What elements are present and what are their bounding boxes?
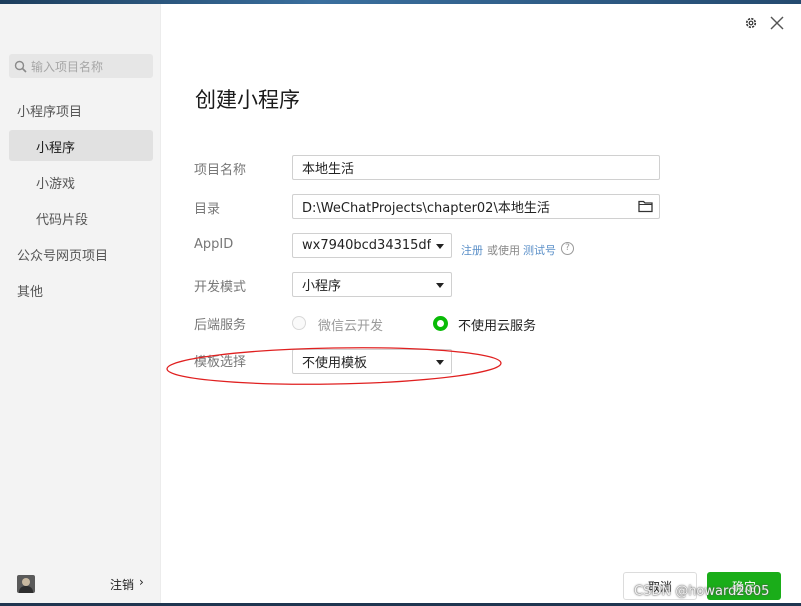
- help-icon[interactable]: ?: [561, 242, 574, 255]
- dev-mode-label: 开发模式: [194, 280, 247, 295]
- close-icon[interactable]: [769, 15, 785, 31]
- cloud-dev-label: 微信云开发: [318, 319, 384, 334]
- sidebar-section-official-account-web[interactable]: 公众号网页项目: [17, 245, 108, 264]
- cancel-button[interactable]: 取消: [623, 572, 697, 600]
- template-label: 模板选择: [194, 355, 247, 370]
- directory-field[interactable]: D:\WeChatProjects\chapter02\本地生活: [292, 194, 660, 219]
- no-cloud-radio[interactable]: [433, 316, 448, 331]
- chevron-down-icon: [436, 360, 444, 365]
- chevron-down-icon: [436, 283, 444, 288]
- sidebar-active-highlight: [9, 130, 153, 161]
- appid-label: AppID: [194, 237, 234, 252]
- directory-label: 目录: [194, 202, 221, 217]
- cloud-dev-radio: [292, 316, 306, 330]
- avatar[interactable]: [17, 575, 35, 593]
- backend-label: 后端服务: [194, 318, 247, 333]
- appid-value: wx7940bcd34315dfea: [302, 238, 431, 253]
- template-value: 不使用模板: [302, 356, 368, 371]
- gear-icon[interactable]: [744, 16, 758, 30]
- no-cloud-label[interactable]: 不使用云服务: [458, 315, 536, 334]
- search-placeholder: 输入项目名称: [31, 59, 104, 74]
- sidebar-section-miniprogram-projects[interactable]: 小程序项目: [17, 101, 82, 120]
- register-link[interactable]: 注册: [461, 242, 483, 258]
- dev-mode-value: 小程序: [302, 279, 342, 294]
- sidebar-footer: 注销 ›: [0, 566, 161, 603]
- search-icon: [14, 60, 27, 73]
- sidebar-section-other[interactable]: 其他: [17, 281, 43, 300]
- or-use-text: 或使用: [487, 244, 520, 257]
- project-name-value: 本地生活: [302, 162, 355, 177]
- logout-link[interactable]: 注销: [110, 576, 134, 593]
- project-name-label: 项目名称: [194, 163, 247, 178]
- folder-icon[interactable]: [638, 199, 653, 213]
- test-account-link[interactable]: 测试号: [523, 242, 556, 258]
- confirm-button[interactable]: 确定: [707, 572, 781, 600]
- sidebar-item-miniprogram[interactable]: 小程序: [36, 137, 75, 156]
- project-name-field[interactable]: 本地生活: [292, 155, 660, 180]
- create-miniprogram-dialog: 输入项目名称 小程序项目 小程序 小游戏 代码片段 公众号网页项目 其他 注销 …: [0, 4, 801, 603]
- dev-mode-select[interactable]: 小程序: [292, 272, 452, 297]
- appid-select[interactable]: wx7940bcd34315dfea: [292, 233, 452, 258]
- search-input[interactable]: 输入项目名称: [9, 54, 153, 78]
- sidebar: 输入项目名称 小程序项目 小程序 小游戏 代码片段 公众号网页项目 其他 注销 …: [0, 4, 161, 603]
- sidebar-item-minigame[interactable]: 小游戏: [36, 173, 75, 192]
- chevron-down-icon: [436, 244, 444, 249]
- sidebar-item-code-snippet[interactable]: 代码片段: [36, 209, 88, 228]
- chevron-right-icon: ›: [139, 575, 144, 589]
- directory-value: D:\WeChatProjects\chapter02\本地生活: [302, 201, 550, 216]
- template-select[interactable]: 不使用模板: [292, 349, 452, 374]
- page-title: 创建小程序: [195, 88, 300, 112]
